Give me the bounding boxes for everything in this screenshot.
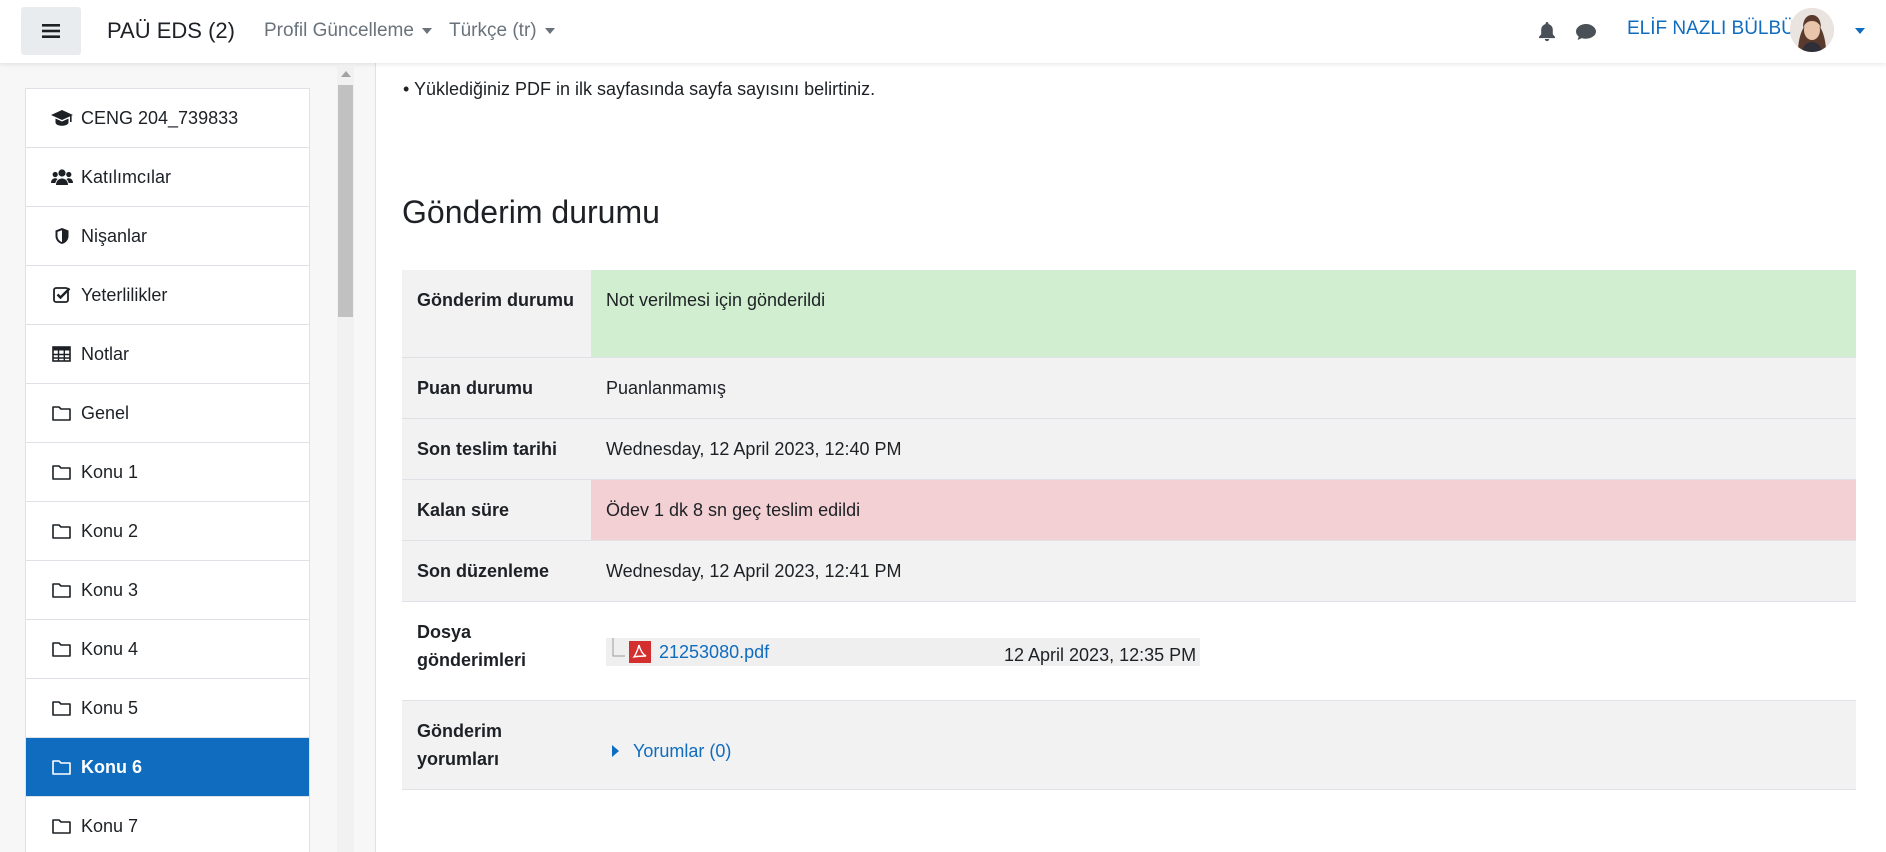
check-square-icon bbox=[53, 287, 71, 303]
file-submissions-cell: 21253080.pdf 12 April 2023, 12:35 PM bbox=[591, 601, 1856, 700]
file-submission-entry: 21253080.pdf 12 April 2023, 12:35 PM bbox=[606, 637, 1200, 666]
grading-status-value: Puanlanmamış bbox=[591, 357, 1856, 418]
course-nav-list: CENG 204_739833 Katılımcılar Nişanlar Ye… bbox=[25, 88, 310, 852]
chevron-down-icon bbox=[544, 27, 555, 34]
sidebar-item-course[interactable]: CENG 204_739833 bbox=[26, 89, 309, 148]
sidebar-item-topic-5[interactable]: Konu 5 bbox=[26, 679, 309, 738]
sidebar-item-label: Nişanlar bbox=[81, 225, 148, 246]
user-name[interactable]: ELİF NAZLI BÜLBÜL bbox=[1627, 18, 1805, 40]
time-remaining-value: Ödev 1 dk 8 sn geç teslim edildi bbox=[591, 479, 1856, 540]
sidebar-item-competencies[interactable]: Yeterlilikler bbox=[26, 266, 309, 325]
table-icon bbox=[52, 346, 71, 362]
due-date-value: Wednesday, 12 April 2023, 12:40 PM bbox=[591, 418, 1856, 479]
sidebar-item-participants[interactable]: Katılımcılar bbox=[26, 148, 309, 207]
submission-status-table: Gönderim durumu Not verilmesi için gönde… bbox=[402, 270, 1856, 790]
sidebar-item-label: Konu 1 bbox=[81, 461, 139, 482]
top-navbar: PAÜ EDS (2) Profil Güncelleme Türkçe (tr… bbox=[0, 0, 1886, 63]
pdf-file-icon bbox=[629, 640, 651, 663]
table-row: Gönderim durumu Not verilmesi için gönde… bbox=[402, 270, 1856, 357]
profile-update-menu[interactable]: Profil Güncelleme bbox=[264, 20, 432, 42]
table-row: Son düzenleme Wednesday, 12 April 2023, … bbox=[402, 540, 1856, 601]
last-modified-value: Wednesday, 12 April 2023, 12:41 PM bbox=[591, 540, 1856, 601]
avatar[interactable] bbox=[1790, 8, 1834, 52]
shield-icon bbox=[55, 228, 69, 244]
comments-link[interactable]: Yorumlar (0) bbox=[633, 737, 731, 765]
sidebar-item-label: Konu 2 bbox=[81, 520, 139, 541]
file-link[interactable]: 21253080.pdf bbox=[659, 638, 769, 666]
sidebar-item-label: Konu 3 bbox=[81, 579, 139, 600]
sidebar-item-grades[interactable]: Notlar bbox=[26, 325, 309, 384]
site-brand[interactable]: PAÜ EDS (2) bbox=[107, 18, 235, 44]
sidebar-item-label: Konu 7 bbox=[81, 815, 139, 836]
folder-icon bbox=[52, 465, 71, 480]
folder-icon bbox=[52, 701, 71, 716]
language-label: Türkçe (tr) bbox=[449, 20, 537, 41]
tree-branch-icon bbox=[612, 637, 625, 656]
sidebar-item-topic-3[interactable]: Konu 3 bbox=[26, 561, 309, 620]
table-row: Gönderim yorumları Yorumlar (0) bbox=[402, 700, 1856, 789]
sidebar-item-topic-7[interactable]: Konu 7 bbox=[26, 797, 309, 852]
sidebar-item-label: Konu 5 bbox=[81, 697, 139, 718]
caret-right-icon bbox=[612, 744, 619, 757]
drawer-toggle-button[interactable] bbox=[21, 7, 81, 55]
chat-bubble-icon[interactable] bbox=[1575, 23, 1597, 41]
row-label: Son teslim tarihi bbox=[402, 418, 591, 479]
sidebar-item-topic-6[interactable]: Konu 6 bbox=[26, 738, 309, 797]
row-label: Puan durumu bbox=[402, 357, 591, 418]
folder-icon bbox=[52, 583, 71, 598]
sidebar-item-label: Katılımcılar bbox=[81, 166, 172, 187]
section-title: Gönderim durumu bbox=[402, 194, 660, 230]
folder-icon bbox=[52, 406, 71, 421]
bell-icon[interactable] bbox=[1538, 22, 1556, 42]
chevron-down-icon bbox=[421, 27, 432, 34]
submission-comments-cell: Yorumlar (0) bbox=[591, 700, 1856, 789]
course-nav-drawer: CENG 204_739833 Katılımcılar Nişanlar Ye… bbox=[0, 63, 357, 852]
file-date: 12 April 2023, 12:35 PM bbox=[1004, 644, 1197, 665]
sidebar-item-badges[interactable]: Nişanlar bbox=[26, 207, 309, 266]
scroll-up-arrow-icon[interactable] bbox=[341, 71, 351, 77]
table-row: Dosya gönderimleri 21253080.pdf 12 April… bbox=[402, 601, 1856, 700]
users-icon bbox=[51, 169, 73, 185]
row-label: Gönderim yorumları bbox=[402, 700, 591, 789]
sidebar-scrollbar-thumb[interactable] bbox=[338, 85, 353, 317]
sidebar-item-topic-1[interactable]: Konu 1 bbox=[26, 443, 309, 502]
submission-status-value: Not verilmesi için gönderildi bbox=[591, 270, 1856, 357]
comments-toggle[interactable]: Yorumlar (0) bbox=[612, 737, 731, 765]
profile-update-label: Profil Güncelleme bbox=[264, 20, 414, 41]
folder-icon bbox=[52, 760, 71, 775]
folder-icon bbox=[52, 819, 71, 834]
sidebar-item-topic-2[interactable]: Konu 2 bbox=[26, 502, 309, 561]
table-row: Puan durumu Puanlanmamış bbox=[402, 357, 1856, 418]
row-label: Son düzenleme bbox=[402, 540, 591, 601]
sidebar-item-topic-4[interactable]: Konu 4 bbox=[26, 620, 309, 679]
hamburger-icon bbox=[42, 24, 60, 38]
user-avatar-image bbox=[1790, 8, 1834, 52]
row-label: Kalan süre bbox=[402, 479, 591, 540]
sidebar-item-label: CENG 204_739833 bbox=[81, 107, 239, 128]
sidebar-item-label: Genel bbox=[81, 402, 130, 423]
graduation-cap-icon bbox=[51, 110, 73, 126]
table-row: Son teslim tarihi Wednesday, 12 April 20… bbox=[402, 418, 1856, 479]
row-label: Dosya gönderimleri bbox=[402, 601, 591, 700]
sidebar-item-label: Konu 6 bbox=[81, 756, 142, 777]
language-menu[interactable]: Türkçe (tr) bbox=[449, 20, 555, 42]
sidebar-item-general[interactable]: Genel bbox=[26, 384, 309, 443]
sidebar-item-label: Yeterlilikler bbox=[81, 284, 168, 305]
folder-icon bbox=[52, 524, 71, 539]
user-menu-chevron-icon[interactable] bbox=[1855, 28, 1865, 34]
main-content: • Yüklediğiniz PDF in ilk sayfasında say… bbox=[375, 63, 1886, 852]
table-row: Kalan süre Ödev 1 dk 8 sn geç teslim edi… bbox=[402, 479, 1856, 540]
row-label: Gönderim durumu bbox=[402, 270, 591, 357]
sidebar-item-label: Konu 4 bbox=[81, 638, 139, 659]
folder-icon bbox=[52, 642, 71, 657]
assignment-note: • Yüklediğiniz PDF in ilk sayfasında say… bbox=[403, 79, 876, 99]
sidebar-item-label: Notlar bbox=[81, 343, 130, 364]
